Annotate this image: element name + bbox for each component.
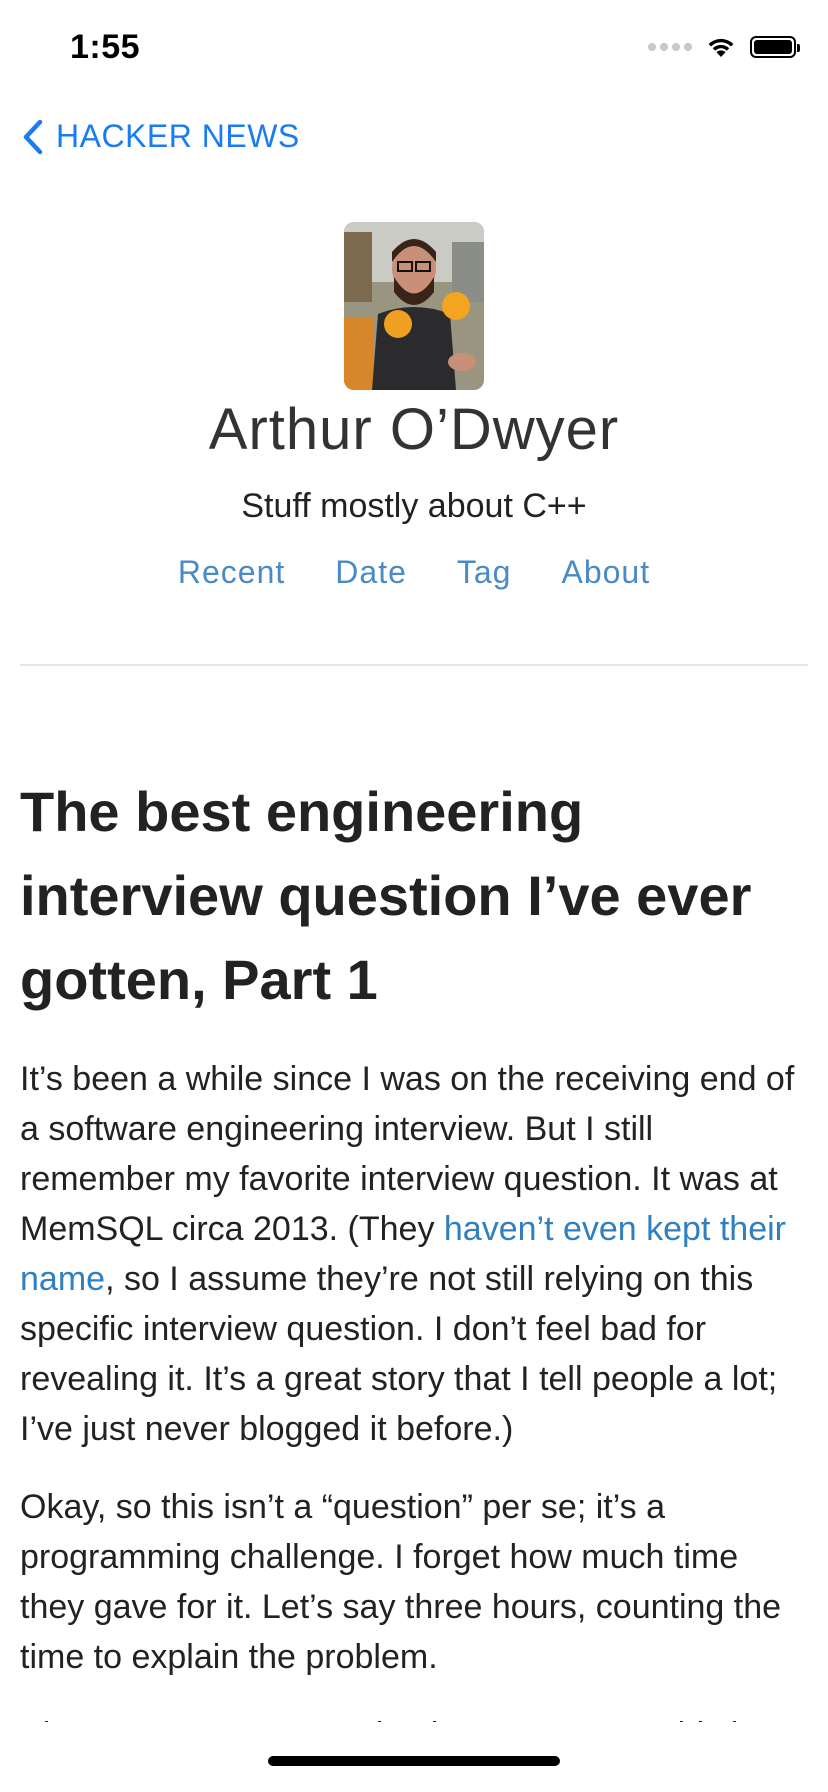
status-time: 1:55 [70, 28, 141, 66]
nav-link-tag[interactable]: Tag [457, 554, 512, 591]
cellular-signal-icon [648, 43, 692, 51]
article-paragraph-2: Okay, so this isn’t a “question” per se;… [20, 1488, 782, 1676]
paragraph-1-text-after: , so I assume they’re not still relying … [20, 1260, 778, 1448]
blog-header: Arthur O’Dwyer Stuff mostly about C++ Re… [20, 222, 808, 591]
blog-nav: Recent Date Tag About [20, 554, 808, 591]
blog-title[interactable]: Arthur O’Dwyer [20, 396, 808, 463]
article-title: The best engineering interview question … [20, 780, 752, 1011]
back-button[interactable]: HACKER NEWS [22, 118, 300, 155]
header-divider [20, 664, 808, 666]
blog-tagline: Stuff mostly about C++ [241, 487, 587, 525]
wifi-icon [708, 38, 734, 57]
back-button-label: HACKER NEWS [56, 118, 300, 154]
battery-icon [750, 36, 800, 58]
article-paragraph-1: It’s been a while since I was on the rec… [20, 1054, 810, 1454]
nav-link-about[interactable]: About [561, 554, 650, 591]
author-avatar[interactable] [344, 222, 484, 390]
home-indicator[interactable] [268, 1756, 560, 1766]
nav-link-date[interactable]: Date [335, 554, 407, 591]
status-icons [648, 36, 800, 58]
article: The best engineering interview question … [20, 770, 810, 1728]
status-bar: 1:55 [0, 0, 828, 100]
nav-link-recent[interactable]: Recent [178, 554, 285, 591]
chevron-left-icon [23, 119, 43, 154]
